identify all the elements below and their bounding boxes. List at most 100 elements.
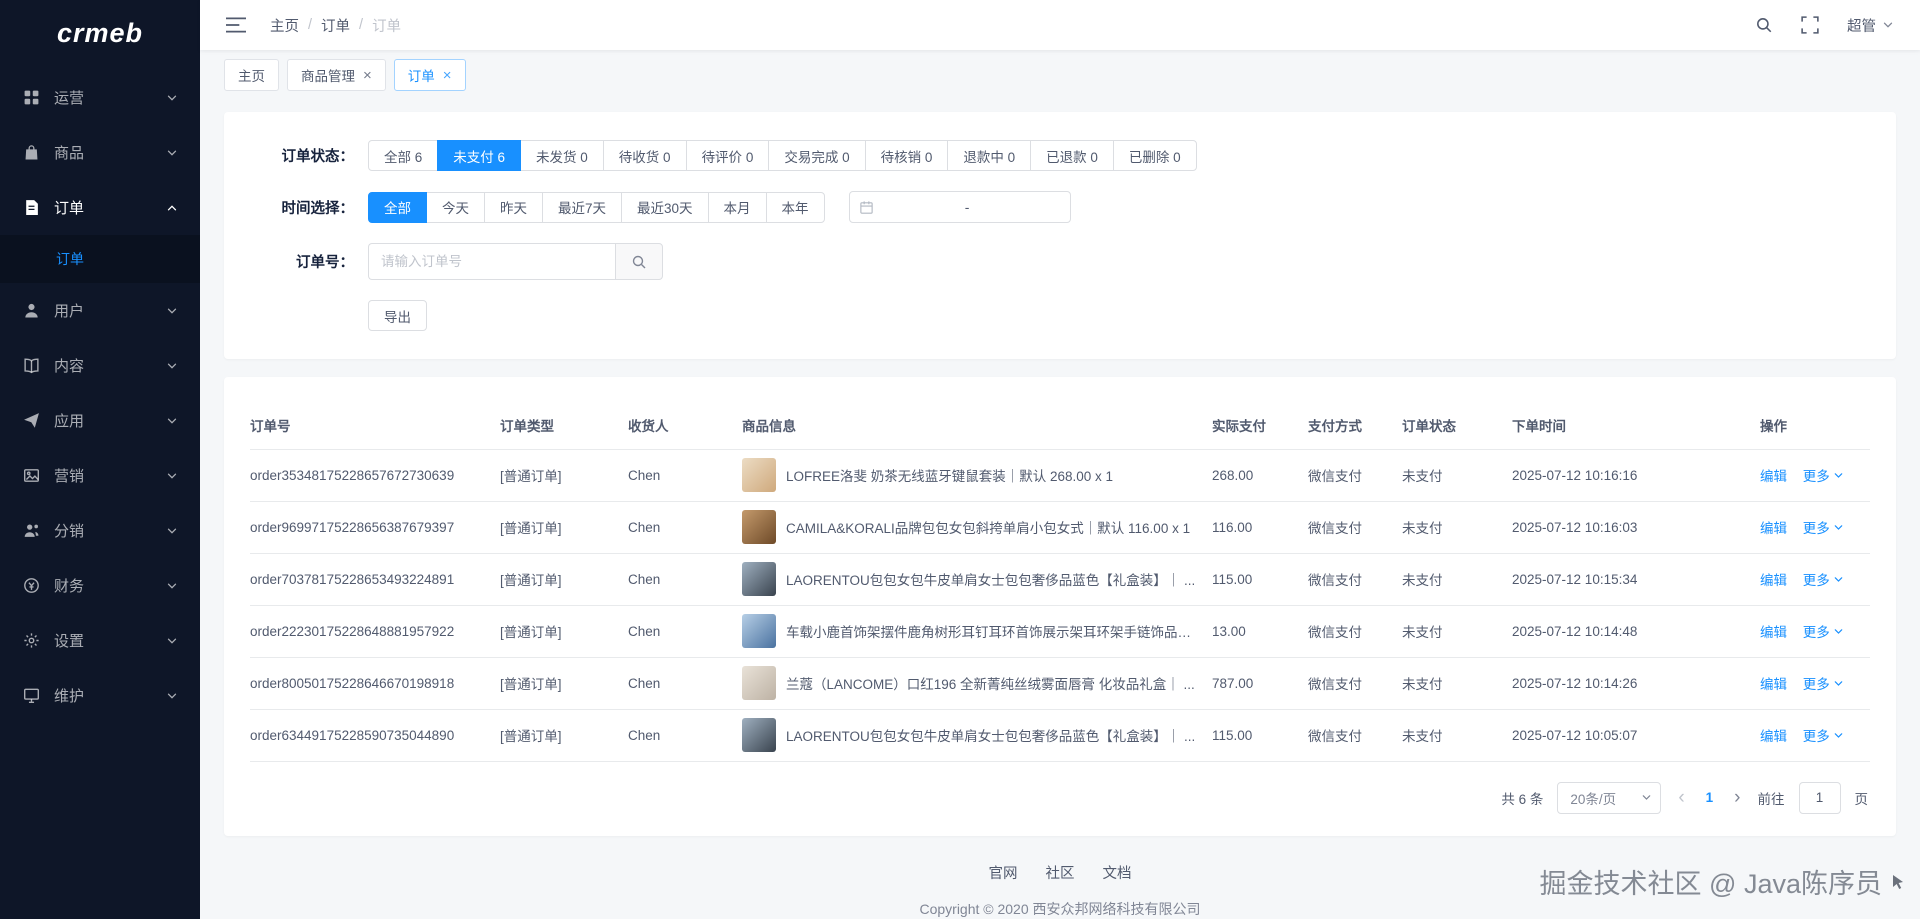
edit-link[interactable]: 编辑: [1760, 729, 1787, 744]
time-filter-button[interactable]: 昨天: [484, 191, 543, 223]
order-status-filter-button[interactable]: 退款中 0: [947, 140, 1032, 171]
product-cell: LAORENTOU包包女包牛皮单肩女士包包奢侈品蓝色【礼盒装】｜ ...: [742, 553, 1212, 606]
user-name: 超管: [1847, 18, 1876, 35]
actions-cell: 编辑 更多: [1760, 501, 1870, 554]
sidebar-item[interactable]: 维护: [0, 668, 200, 723]
more-link[interactable]: 更多: [1803, 465, 1844, 485]
export-button[interactable]: 导出: [368, 300, 427, 331]
breadcrumb-item[interactable]: 订单: [321, 15, 350, 36]
order-time-cell: 2025-07-12 10:16:16: [1512, 449, 1760, 502]
tab-label: 主页: [238, 69, 265, 84]
time-filter-button[interactable]: 本月: [707, 191, 767, 223]
time-select-row: 时间选择： 全部 今天 昨天 最近7天 最近30天 本月 本年 -: [254, 191, 1866, 223]
time-filter-button[interactable]: 本年: [765, 191, 825, 223]
breadcrumb-separator: /: [308, 17, 313, 33]
sidebar-item[interactable]: 内容: [0, 338, 200, 393]
order-type-cell: [普通订单]: [500, 553, 628, 606]
finance-icon: [22, 577, 40, 595]
breadcrumb-item: 订单: [372, 18, 402, 35]
topbar: 主页 / 订单 / 订单 超管: [200, 0, 1920, 50]
copyright: Copyright © 2020 西安众邦网络科技有限公司: [919, 900, 1201, 917]
edit-link[interactable]: 编辑: [1760, 677, 1787, 692]
order-status-row: 订单状态： 全部 6 未支付 6 未发货 0 待收货 0 待评价 0 交易完成 0 待核销 …: [254, 140, 1866, 171]
more-link[interactable]: 更多: [1803, 517, 1844, 537]
close-icon[interactable]: ×: [443, 68, 452, 83]
chevron-down-icon: [166, 525, 178, 537]
time-filter-button[interactable]: 最近30天: [621, 191, 709, 223]
sidebar-item[interactable]: 运营: [0, 70, 200, 125]
edit-link[interactable]: 编辑: [1760, 573, 1787, 588]
sidebar-item[interactable]: 应用: [0, 393, 200, 448]
sidebar-collapse-icon[interactable]: [226, 17, 246, 33]
footer-link[interactable]: 文档: [1103, 862, 1132, 883]
order-status-filter-button[interactable]: 已退款 0: [1030, 140, 1114, 171]
table-row: order22230175228648881957922 [普通订单] Chen…: [250, 605, 1870, 658]
edit-link[interactable]: 编辑: [1760, 521, 1787, 536]
order-status-label: 订单状态：: [281, 149, 355, 165]
prev-page-button[interactable]: ‹: [1675, 788, 1687, 807]
order-status-filter-button[interactable]: 全部 6: [368, 140, 439, 171]
sidebar-item[interactable]: 订单: [0, 180, 200, 235]
sidebar-item[interactable]: 用户: [0, 283, 200, 338]
breadcrumb-item[interactable]: 主页: [270, 15, 299, 36]
chevron-down-icon: [1833, 470, 1844, 481]
sidebar-item[interactable]: 营销: [0, 448, 200, 503]
chevron-down-icon: [166, 690, 178, 702]
order-status-filter-button[interactable]: 已删除 0: [1112, 140, 1197, 171]
more-link[interactable]: 更多: [1803, 673, 1844, 693]
more-link[interactable]: 更多: [1803, 569, 1844, 589]
more-link[interactable]: 更多: [1803, 621, 1844, 641]
column-header: 实际支付: [1212, 401, 1308, 450]
page-size-select[interactable]: 20条/页: [1557, 781, 1662, 814]
search-icon[interactable]: [1755, 16, 1773, 34]
more-link[interactable]: 更多: [1803, 725, 1844, 745]
order-no-cell: order35348175228657672730639: [250, 449, 500, 502]
table-row: order70378175228653493224891 [普通订单] Chen…: [250, 553, 1870, 606]
footer-link[interactable]: 社区: [1046, 862, 1075, 883]
order-status-filter-button[interactable]: 待评价 0: [685, 140, 770, 171]
order-status-filter-button[interactable]: 待收货 0: [602, 140, 687, 171]
sidebar-item[interactable]: 设置: [0, 613, 200, 668]
sidebar-item[interactable]: 财务: [0, 558, 200, 613]
order-no-cell: order22230175228648881957922: [250, 605, 500, 658]
next-page-button[interactable]: ›: [1731, 788, 1743, 807]
edit-link[interactable]: 编辑: [1760, 625, 1787, 640]
sidebar-item-label: 订单: [54, 200, 85, 217]
sidebar-item-label: 应用: [54, 413, 85, 430]
edit-link[interactable]: 编辑: [1760, 469, 1787, 484]
current-page[interactable]: 1: [1702, 790, 1718, 805]
column-header: 订单状态: [1402, 401, 1512, 450]
product-info-text: LAORENTOU包包女包牛皮单肩女士包包奢侈品蓝色【礼盒装】｜ ...: [786, 573, 1196, 588]
sidebar-item[interactable]: 商品: [0, 125, 200, 180]
chevron-down-icon: [166, 305, 178, 317]
main-area: 主页 / 订单 / 订单 超管 主页 商品管理 × 订单 × 订单状态： 全部 …: [200, 0, 1920, 919]
footer-link[interactable]: 官网: [989, 862, 1018, 883]
order-status-filter-button[interactable]: 交易完成 0: [768, 140, 866, 171]
tab[interactable]: 商品管理 ×: [287, 59, 386, 91]
tab[interactable]: 订单 ×: [393, 59, 466, 91]
paid-amount-cell: 115.00: [1212, 553, 1308, 606]
tab[interactable]: 主页: [224, 59, 279, 91]
sidebar-subitem[interactable]: 订单: [0, 235, 200, 283]
time-filter-button[interactable]: 今天: [426, 191, 485, 223]
sidebar-item[interactable]: 分销: [0, 503, 200, 558]
close-icon[interactable]: ×: [363, 68, 372, 83]
order-search-button[interactable]: [615, 243, 663, 280]
order-time-cell: 2025-07-12 10:15:34: [1512, 553, 1760, 606]
order-status-filter-button[interactable]: 待核销 0: [864, 140, 949, 171]
order-no-input[interactable]: [368, 243, 615, 280]
order-status-filter-button[interactable]: 未发货 0: [520, 140, 604, 171]
brand-logo: crmeb: [56, 17, 144, 48]
time-filter-button[interactable]: 最近7天: [542, 191, 623, 223]
order-type-cell: [普通订单]: [500, 657, 628, 710]
time-filter-button[interactable]: 全部: [368, 191, 427, 223]
column-header: 订单号: [250, 401, 500, 450]
user-menu[interactable]: 超管: [1847, 15, 1894, 36]
date-range-picker[interactable]: -: [848, 191, 1071, 223]
goto-page-input[interactable]: [1798, 781, 1841, 814]
product-thumbnail: [742, 562, 776, 596]
order-status-filter-button[interactable]: 未支付 6: [437, 140, 522, 171]
order-no-cell: order80050175228646670198918: [250, 657, 500, 710]
goto-label: 前往: [1757, 791, 1785, 807]
fullscreen-icon[interactable]: [1801, 16, 1819, 34]
